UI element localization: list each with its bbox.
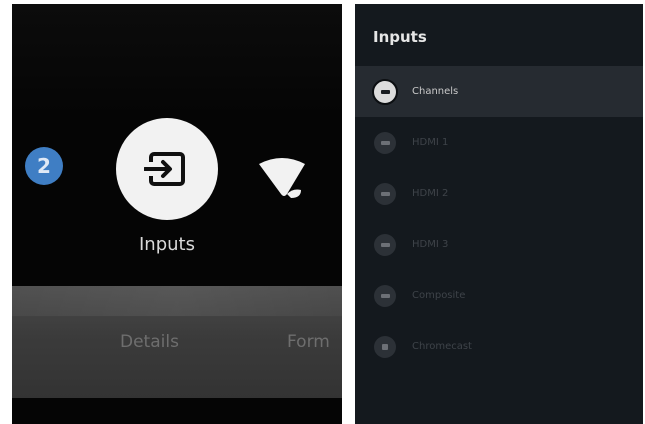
inputs-button[interactable] [116,118,218,220]
input-item-hdmi-2[interactable]: HDMI 2 [355,168,643,219]
input-item-composite[interactable]: Composite [355,270,643,321]
input-item-label: HDMI 3 [412,239,449,250]
composite-icon [374,284,396,307]
input-item-channels[interactable]: Channels [355,66,643,117]
input-item-label: Channels [412,86,459,97]
notification-badge[interactable]: 2 [25,147,63,185]
input-item-label: HDMI 1 [412,137,449,148]
tv-icon [372,78,398,105]
inputs-list: Channels HDMI 1 HDMI 2 HDMI 3 Composite … [355,66,643,372]
inputs-tile-label: Inputs [139,234,195,255]
input-item-label: Chromecast [412,341,472,352]
panel-title: Inputs [373,28,427,46]
inputs-panel: Inputs Channels HDMI 1 HDMI 2 HDMI 3 Com… [355,4,643,424]
input-source-icon [144,152,185,186]
wifi-icon [259,158,305,198]
input-item-label: Composite [412,290,466,301]
hdmi-icon [374,233,396,256]
background-haze [12,4,342,114]
cast-icon [374,335,396,358]
options-bar: Details Form [12,286,342,398]
badge-count: 2 [37,154,51,178]
input-item-label: HDMI 2 [412,188,449,199]
hdmi-icon [374,182,396,205]
input-item-chromecast[interactable]: Chromecast [355,321,643,372]
form-option[interactable]: Form [287,332,330,352]
hdmi-icon [374,131,396,154]
details-option[interactable]: Details [120,332,179,352]
home-screen-panel: 2 Inputs Details Form [12,4,342,424]
input-item-hdmi-3[interactable]: HDMI 3 [355,219,643,270]
wifi-button[interactable] [257,150,307,200]
input-item-hdmi-1[interactable]: HDMI 1 [355,117,643,168]
